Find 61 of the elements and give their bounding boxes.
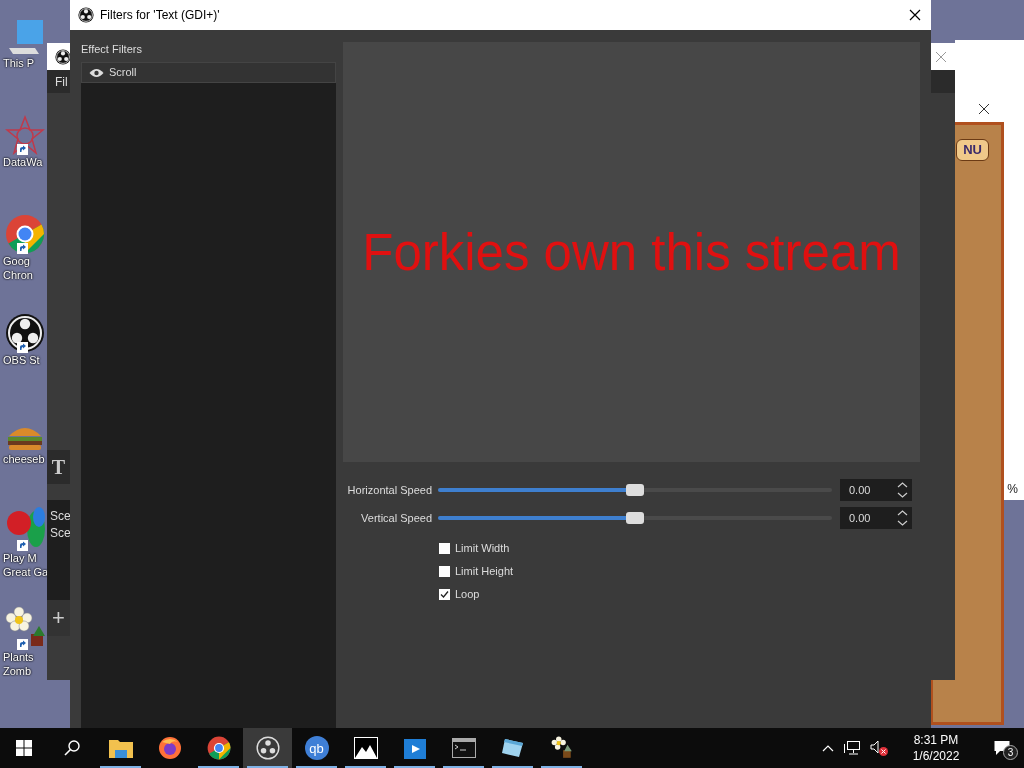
slider-thumb[interactable]	[626, 512, 644, 524]
desktop-icon-label[interactable]: cheeseb	[3, 452, 45, 466]
preview-text: Forkies own this stream	[362, 226, 901, 278]
checkbox-label[interactable]: Limit Height	[455, 562, 514, 580]
flower-icon[interactable]	[549, 736, 574, 760]
desktop-icon-label[interactable]: DataWa	[3, 155, 43, 169]
notification-count: 3	[1003, 745, 1018, 760]
desktop-icon-label[interactable]: Zomb	[3, 664, 32, 678]
check-icon	[440, 589, 449, 599]
close-icon[interactable]	[909, 9, 921, 21]
chevron-up-icon[interactable]	[822, 744, 834, 752]
obs-logo-icon	[55, 48, 71, 65]
desktop-icon-label[interactable]: This P	[3, 56, 35, 70]
play-icon[interactable]	[402, 736, 427, 760]
desktop-icon-label[interactable]: Goog	[3, 254, 30, 268]
taskbar-app[interactable]: qb	[292, 728, 341, 768]
scene-item[interactable]: Sce	[50, 508, 70, 525]
firefox-icon[interactable]	[157, 736, 182, 760]
obs-logo-icon	[5, 313, 45, 353]
mountain-picture-icon[interactable]	[353, 737, 378, 759]
menu-item[interactable]: Fil	[55, 72, 68, 91]
desktop-icon-label[interactable]: Play M	[3, 551, 37, 565]
network-icon[interactable]	[844, 741, 860, 755]
star-shape-icon	[5, 115, 45, 155]
scene-item[interactable]: Sce	[50, 525, 70, 542]
desktop-icon-label[interactable]: Great Ga	[3, 565, 49, 579]
desktop-icon-label[interactable]: Chron	[3, 268, 33, 282]
chrome-icon[interactable]	[206, 736, 231, 760]
eye-icon[interactable]	[89, 67, 104, 78]
terminal-icon[interactable]	[451, 738, 476, 758]
number-spinbox[interactable]: 0.00	[840, 479, 912, 501]
filter-item[interactable]: Scroll	[81, 62, 336, 83]
desktop-icon-label[interactable]: OBS St	[3, 353, 40, 367]
search-icon[interactable]	[64, 740, 80, 756]
slider-label: Horizontal Speed	[346, 482, 432, 498]
menu-button[interactable]: NU	[956, 139, 989, 161]
zoom-percent-label: %	[1007, 481, 1019, 498]
clock[interactable]: 8:31 PM 1/6/2022	[898, 732, 974, 764]
taskbar-app[interactable]	[243, 728, 292, 768]
checkbox-label[interactable]: Loop	[455, 585, 480, 603]
spin-arrows-icon[interactable]	[896, 480, 909, 500]
obs-logo-icon	[78, 7, 94, 23]
chrome-icon	[5, 214, 45, 254]
windows-start-icon[interactable]	[16, 740, 32, 756]
checkbox[interactable]	[439, 542, 450, 554]
slider-label: Vertical Speed	[360, 510, 432, 526]
qbittorrent-icon[interactable]: qb	[304, 736, 329, 760]
speaker-icon[interactable]	[870, 740, 880, 754]
checkbox[interactable]	[439, 565, 450, 577]
slider-thumb[interactable]	[626, 484, 644, 496]
notepad-icon[interactable]	[500, 737, 525, 759]
spin-arrows-icon[interactable]	[896, 508, 909, 528]
section-label: Effect Filters	[81, 42, 143, 57]
obs-logo-icon[interactable]	[255, 736, 280, 760]
number-spinbox[interactable]: 0.00	[840, 507, 912, 529]
checkbox[interactable]	[439, 588, 450, 600]
checkbox-label[interactable]: Limit Width	[455, 539, 510, 557]
window-title: Filters for 'Text (GDI+)'	[100, 7, 220, 24]
desktop-icon-label[interactable]: Plants	[3, 650, 34, 664]
folder-icon[interactable]	[108, 738, 133, 758]
close-icon[interactable]	[978, 102, 990, 115]
